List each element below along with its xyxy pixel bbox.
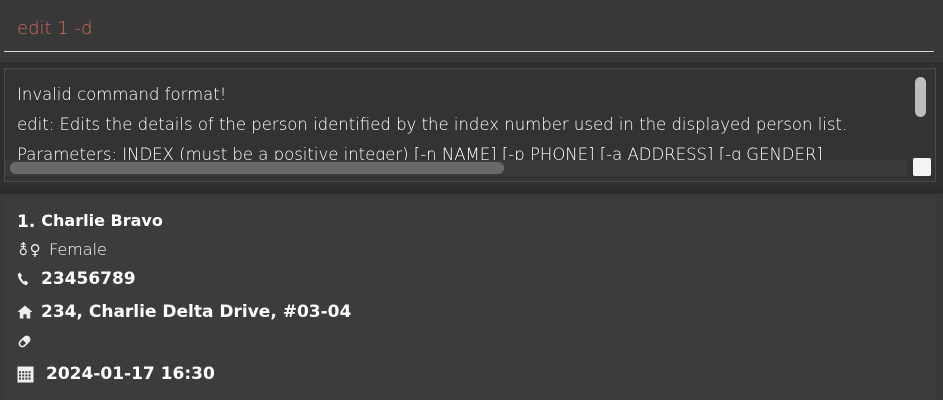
person-phone-row: 23456789 (17, 269, 136, 289)
vertical-scrollbar-thumb[interactable] (915, 77, 926, 117)
person-name: Charlie Bravo (41, 211, 163, 230)
person-address: 234, Charlie Delta Drive, #03-04 (41, 302, 352, 322)
person-appointment: 2024-01-17 16:30 (46, 364, 215, 384)
command-input[interactable] (4, 6, 934, 52)
calendar-icon (17, 366, 46, 383)
person-appointment-row: 2024-01-17 16:30 (17, 364, 215, 384)
person-address-row: 234, Charlie Delta Drive, #03-04 (17, 302, 351, 322)
scroll-corner (913, 158, 931, 176)
person-index: 1. (17, 212, 36, 232)
command-box: edit 1 -d (0, 0, 943, 60)
person-phone: 23456789 (41, 269, 136, 289)
result-text: Invalid command format! edit: Edits the … (17, 80, 847, 170)
divider (0, 188, 943, 194)
person-gender: Female (49, 240, 107, 259)
person-medicine-row (17, 334, 41, 349)
phone-icon (17, 272, 41, 286)
gender-icon: ⚨♀ (17, 240, 41, 259)
result-line-1: Invalid command format! (17, 85, 227, 104)
horizontal-scrollbar-thumb[interactable] (10, 162, 504, 174)
person-card-name-row[interactable]: 1. Charlie Bravo (17, 209, 163, 232)
pill-icon (17, 334, 41, 349)
home-icon (17, 305, 41, 319)
result-line-2: edit: Edits the details of the person id… (17, 115, 848, 134)
command-text: edit 1 -d (17, 18, 93, 39)
person-gender-row: ⚨♀ Female (17, 240, 107, 259)
